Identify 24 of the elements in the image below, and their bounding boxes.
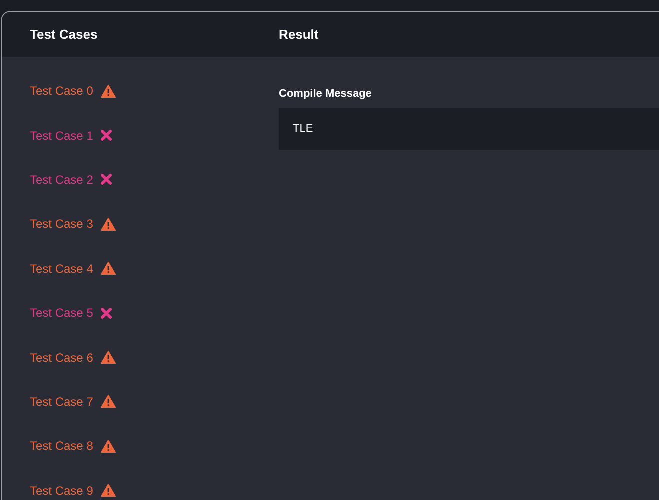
cross-icon bbox=[101, 308, 112, 319]
test-case-link[interactable]: Test Case 0 bbox=[30, 82, 94, 100]
test-case-link[interactable]: Test Case 5 bbox=[30, 304, 94, 322]
test-case-link[interactable]: Test Case 9 bbox=[30, 482, 94, 500]
warning-icon bbox=[101, 84, 116, 98]
warning-icon bbox=[101, 262, 116, 276]
warning-icon bbox=[101, 351, 116, 364]
test-case-link[interactable]: Test Case 8 bbox=[30, 437, 94, 456]
warning-icon bbox=[101, 395, 116, 408]
test-case-link[interactable]: Test Case 6 bbox=[30, 348, 94, 367]
test-case-link[interactable]: Test Case 3 bbox=[30, 215, 94, 234]
test-case-link[interactable]: Test Case 2 bbox=[30, 170, 94, 189]
section-label: Compile Message bbox=[279, 87, 373, 102]
test-case-link[interactable]: Test Case 1 bbox=[30, 126, 94, 145]
warning-icon bbox=[101, 484, 116, 498]
warning-icon bbox=[101, 218, 116, 231]
cross-icon bbox=[101, 130, 112, 142]
test-case-link[interactable]: Test Case 7 bbox=[30, 392, 94, 411]
cross-icon bbox=[101, 174, 112, 186]
column-header: Test Cases bbox=[30, 26, 99, 44]
message-text: TLE bbox=[293, 122, 314, 137]
warning-icon bbox=[101, 440, 116, 453]
column-header: Result bbox=[279, 26, 319, 44]
test-case-link[interactable]: Test Case 4 bbox=[30, 260, 94, 278]
